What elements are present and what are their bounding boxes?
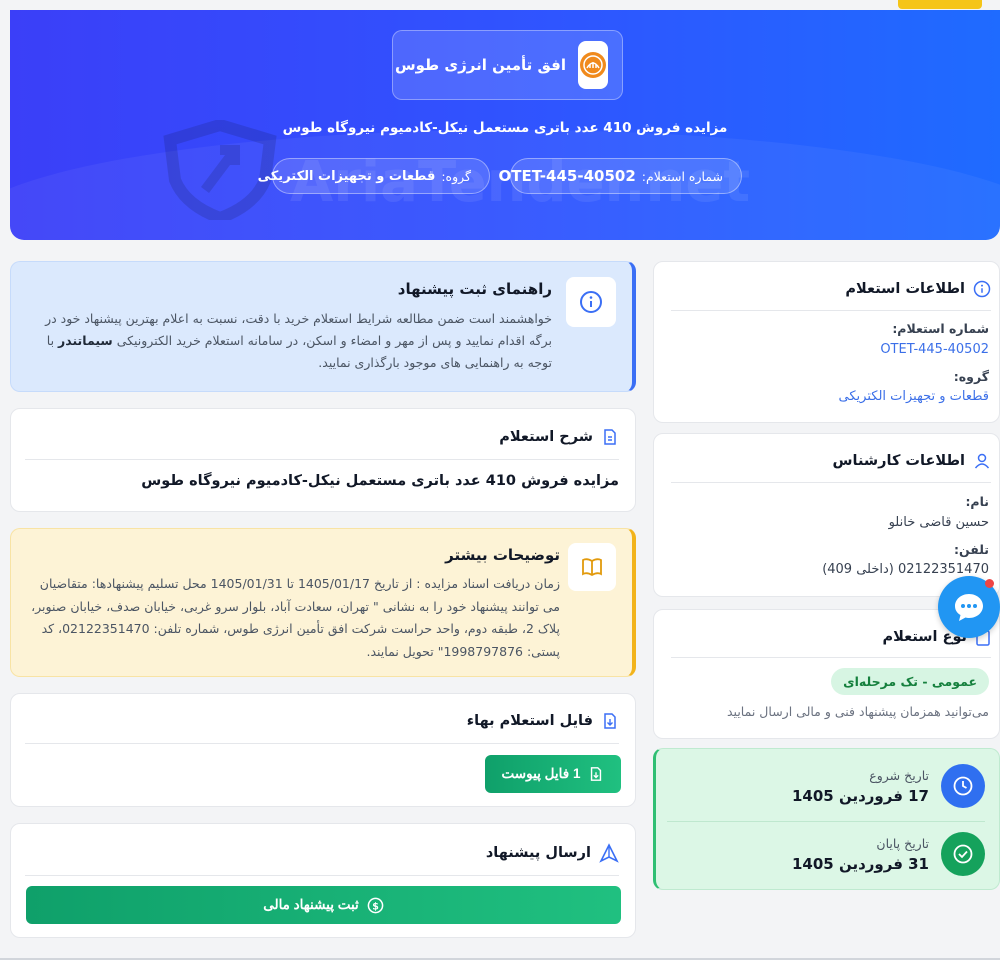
attachment-button-label: 1 فایل پیوست xyxy=(501,766,581,781)
expert-phone-label: تلفن: xyxy=(953,542,989,557)
description-body: مزایده فروش 410 عدد باتری مستعمل نیکل-کا… xyxy=(141,473,619,489)
info-group-link[interactable]: قطعات و تجهیزات الکتریکی xyxy=(839,389,989,404)
expert-phone-value: 02122351470 (داخلی 409) xyxy=(822,562,989,577)
file-download-icon xyxy=(591,767,602,781)
top-accent-bar xyxy=(898,0,982,9)
dates-divider xyxy=(667,821,985,822)
more-info-title: توضیحات بیشتر xyxy=(445,546,560,564)
expert-info-card: اطلاعات کارشناس نام: حسین قاضی خانلو تلف… xyxy=(653,433,1000,597)
info-icon xyxy=(973,280,991,298)
send-offer-card: ارسال پیشنهاد $ ثبت پیشنهاد مالی xyxy=(10,823,636,938)
guide-text-bold: سیماتندر xyxy=(58,333,113,348)
more-info-text: زمان دریافت اسناد مزایده : از تاریخ 1405… xyxy=(31,576,560,659)
send-icon xyxy=(599,843,619,863)
description-card: شرح استعلام مزایده فروش 410 عدد باتری مس… xyxy=(10,408,636,512)
book-icon xyxy=(568,543,616,591)
more-info-card: توضیحات بیشتر زمان دریافت اسناد مزایده :… xyxy=(10,528,636,677)
inquiry-type-badge: عمومی - تک مرحله‌ای xyxy=(831,668,989,695)
dates-card: تاریخ شروع 17 فروردین 1405 تاریخ پایان 3… xyxy=(653,748,1000,890)
guide-title: راهنمای ثبت پیشنهاد xyxy=(397,280,552,298)
file-title-text: فایل استعلام بهاء xyxy=(466,713,593,729)
submit-button-label: ثبت پیشنهاد مالی xyxy=(263,897,359,912)
check-circle-icon xyxy=(941,832,985,876)
start-date-label: تاریخ شروع xyxy=(869,767,929,783)
send-divider xyxy=(25,875,619,876)
guide-text: خواهشمند است ضمن مطالعه شرایط استعلام خر… xyxy=(22,308,552,374)
clock-icon xyxy=(941,764,985,808)
svg-text:$: $ xyxy=(372,901,379,912)
code-pill-value: OTET-445-40502 xyxy=(498,167,636,185)
inquiry-type-note: می‌توانید همزمان پیشنهاد فنی و مالی ارسا… xyxy=(727,704,989,719)
group-pill-value: قطعات و تجهیزات الکتریکی xyxy=(257,168,436,184)
end-date-row: تاریخ پایان 31 فروردین 1405 xyxy=(792,832,985,876)
submit-financial-offer-button[interactable]: $ ثبت پیشنهاد مالی xyxy=(26,886,621,924)
code-pill: شماره استعلام: OTET-445-40502 xyxy=(499,158,742,194)
start-date-value: 17 فروردین 1405 xyxy=(791,786,929,805)
dollar-icon: $ xyxy=(367,897,384,913)
inquiry-info-title-text: اطلاعات استعلام xyxy=(845,281,965,297)
page-title: مزایده فروش 410 عدد باتری مستعمل نیکل-کا… xyxy=(282,120,728,136)
attachment-button[interactable]: 1 فایل پیوست xyxy=(485,755,621,793)
inquiry-type-divider xyxy=(671,657,991,658)
end-date-label: تاریخ پایان xyxy=(876,835,929,851)
description-title: شرح استعلام xyxy=(499,428,619,446)
file-title: فایل استعلام بهاء xyxy=(467,712,619,730)
expert-info-title-text: اطلاعات کارشناس xyxy=(832,453,965,469)
info-code-link[interactable]: OTET-445-40502 xyxy=(880,342,989,357)
description-divider xyxy=(25,459,619,460)
info-icon xyxy=(566,277,616,327)
expert-info-divider xyxy=(671,482,991,483)
expert-info-title: اطلاعات کارشناس xyxy=(833,452,991,470)
company-brand: افق تأمین انرژی طوس xyxy=(392,30,623,100)
code-pill-label: شماره استعلام: xyxy=(641,168,723,184)
description-title-text: شرح استعلام xyxy=(499,429,593,445)
company-logo-icon xyxy=(578,41,608,89)
document-icon xyxy=(604,429,616,445)
info-group-label: گروه: xyxy=(953,369,989,384)
end-date-value: 31 فروردین 1405 xyxy=(791,854,929,873)
inquiry-info-divider xyxy=(671,310,991,311)
send-title-text: ارسال پیشنهاد xyxy=(485,845,591,861)
start-date-row: تاریخ شروع 17 فروردین 1405 xyxy=(792,764,985,808)
send-title: ارسال پیشنهاد xyxy=(486,843,619,863)
inquiry-info-card: اطلاعات استعلام شماره استعلام: OTET-445-… xyxy=(653,261,1000,423)
file-card: فایل استعلام بهاء 1 فایل پیوست xyxy=(10,693,636,807)
group-pill: گروه: قطعات و تجهیزات الکتریکی xyxy=(258,158,490,194)
expert-name-label: نام: xyxy=(965,494,989,509)
inquiry-info-title: اطلاعات استعلام xyxy=(845,280,991,298)
notification-dot xyxy=(985,579,994,588)
group-pill-label: گروه: xyxy=(441,168,471,184)
file-download-icon xyxy=(604,713,616,729)
guide-text-part1: خواهشمند است ضمن مطالعه شرایط استعلام خر… xyxy=(45,311,552,348)
file-divider xyxy=(25,743,619,744)
info-code-label: شماره استعلام: xyxy=(892,321,989,336)
guide-card: راهنمای ثبت پیشنهاد خواهشمند است ضمن مطا… xyxy=(10,261,636,392)
chat-bubble-icon xyxy=(955,594,983,621)
user-icon xyxy=(974,453,990,469)
company-name: افق تأمین انرژی طوس xyxy=(394,56,566,74)
expert-name-value: حسین قاضی خانلو xyxy=(888,515,989,530)
